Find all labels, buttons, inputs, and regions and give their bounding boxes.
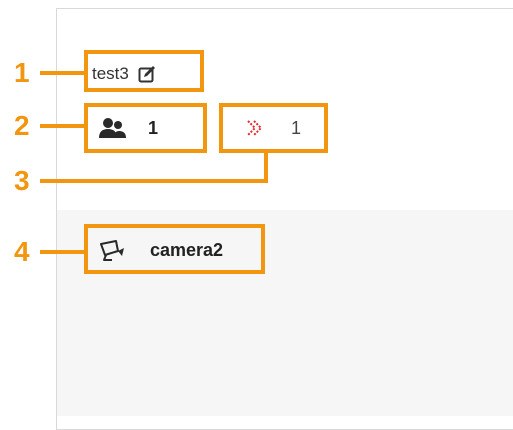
leader-line-4 <box>40 250 85 254</box>
leader-line-3-horizontal <box>40 179 268 183</box>
callout-number-1: 1 <box>14 57 30 88</box>
leader-line-2 <box>40 124 85 128</box>
callout-box-1 <box>84 50 204 92</box>
leader-line-1 <box>40 71 85 75</box>
callout-box-4 <box>84 224 265 274</box>
callout-number-2: 2 <box>14 110 30 141</box>
callout-box-3 <box>219 103 328 153</box>
callout-box-2 <box>84 103 207 153</box>
callout-number-3: 3 <box>14 165 30 196</box>
callout-number-4: 4 <box>14 236 30 267</box>
